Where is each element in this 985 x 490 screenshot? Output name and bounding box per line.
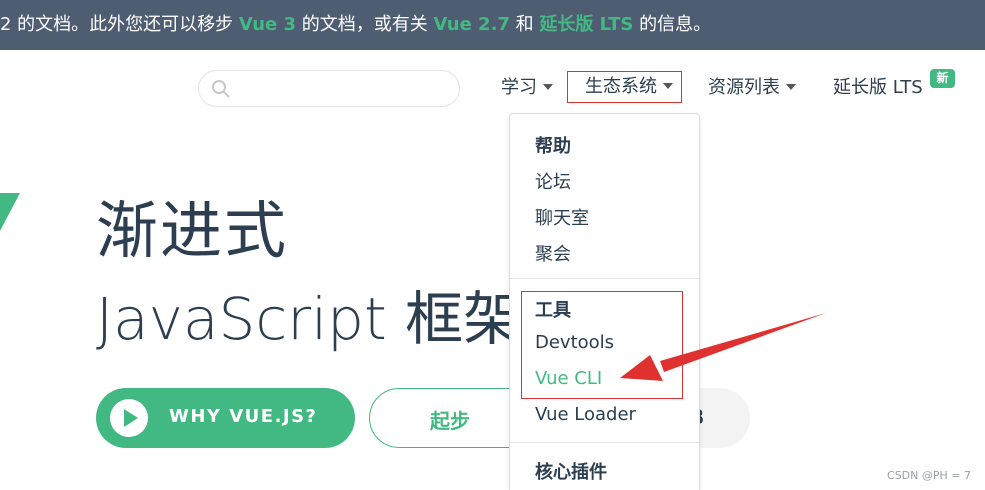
get-started-label: 起步 xyxy=(430,409,470,433)
caret-down-icon xyxy=(543,84,553,90)
core-plugins-heading: 核心插件 xyxy=(535,462,607,483)
announcement-banner: 2 的文档。此外您还可以移步 Vue 3 的文档，或有关 Vue 2.7 和 延… xyxy=(0,0,985,50)
why-vue-label: WHY VUE.JS? xyxy=(169,406,318,427)
nav-ecosystem[interactable]: 生态系统 xyxy=(567,71,682,103)
ecosystem-dropdown: 帮助 论坛 聊天室 聚会 工具 Devtools Vue CLI Vue Loa… xyxy=(509,113,700,490)
dropdown-item-vue-cli[interactable]: Vue CLI xyxy=(535,368,602,389)
search-icon xyxy=(212,80,230,98)
hero-title-line1: 渐进式 xyxy=(96,194,289,267)
tools-heading: 工具 xyxy=(535,300,571,321)
logo-fragment xyxy=(0,193,20,231)
nav-resources-label: 资源列表 xyxy=(708,77,780,98)
lts-link[interactable]: 延长版 LTS xyxy=(539,14,633,35)
search-input[interactable] xyxy=(198,70,460,107)
nav-lts[interactable]: 延长版 LTS xyxy=(833,74,923,102)
dropdown-divider xyxy=(510,278,699,279)
nav-ecosystem-label: 生态系统 xyxy=(585,76,657,97)
caret-down-icon xyxy=(663,83,673,89)
why-vue-button[interactable]: WHY VUE.JS? xyxy=(96,388,355,448)
dropdown-divider xyxy=(510,442,699,443)
nav-learn[interactable]: 学习 xyxy=(501,74,553,102)
banner-text-2: 的文档，或有关 xyxy=(296,14,434,35)
dropdown-item-devtools[interactable]: Devtools xyxy=(535,332,614,353)
vue3-docs-link[interactable]: Vue 3 xyxy=(239,14,296,35)
dropdown-item-chat[interactable]: 聊天室 xyxy=(535,204,589,230)
new-badge: 新 xyxy=(930,69,955,88)
banner-text-1: 2 的文档。此外您还可以移步 xyxy=(0,14,239,35)
vue27-link[interactable]: Vue 2.7 xyxy=(433,14,509,35)
play-icon xyxy=(110,399,148,437)
hero-title-line2: JavaScript 框架 xyxy=(96,285,522,353)
nav-lts-label: 延长版 LTS xyxy=(833,77,923,98)
banner-text-4: 的信息。 xyxy=(633,14,712,35)
caret-down-icon xyxy=(786,84,796,90)
help-heading: 帮助 xyxy=(535,136,571,157)
dropdown-item-forum[interactable]: 论坛 xyxy=(535,168,571,194)
nav-resources[interactable]: 资源列表 xyxy=(708,74,796,102)
dropdown-item-meetups[interactable]: 聚会 xyxy=(535,240,571,266)
dropdown-item-vue-loader[interactable]: Vue Loader xyxy=(535,404,636,425)
nav-learn-label: 学习 xyxy=(501,77,537,98)
banner-text-3: 和 xyxy=(509,14,540,35)
watermark: CSDN @PH = 7 xyxy=(887,469,971,482)
